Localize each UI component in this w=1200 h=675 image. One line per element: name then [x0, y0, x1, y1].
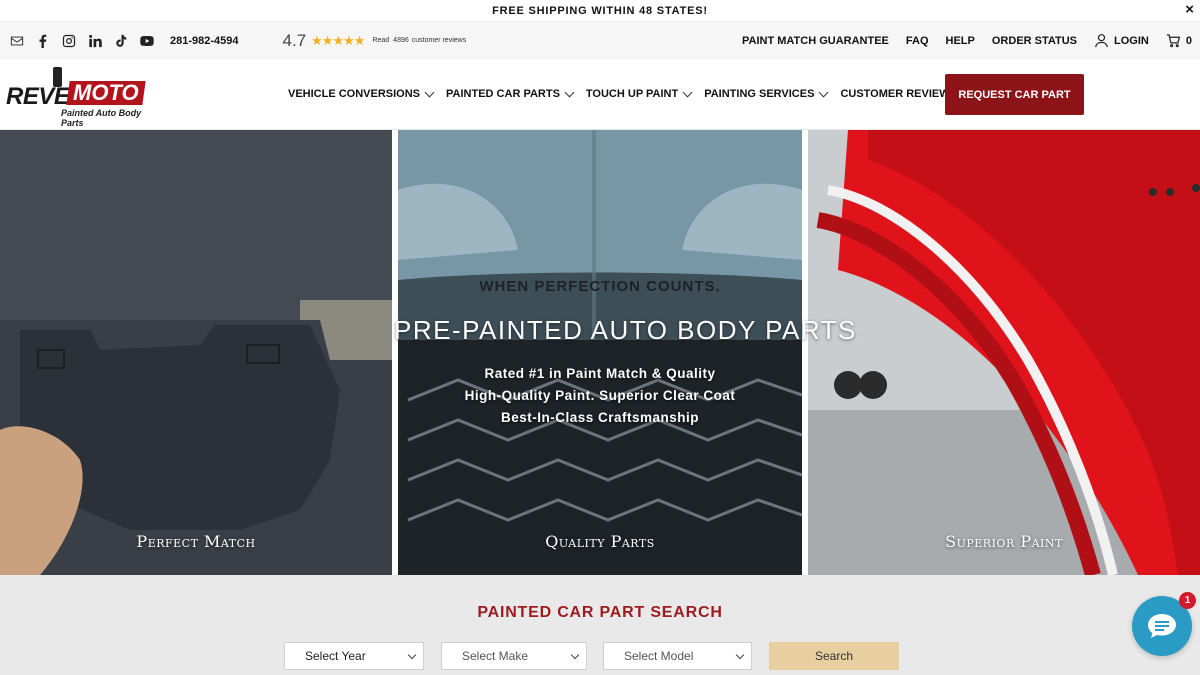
chevron-down-icon: [818, 87, 829, 97]
utility-bar: 281-982-4594 4.7 ★★★★★ Read 4896 custome…: [0, 22, 1200, 59]
site-logo[interactable]: REVE MOTO Painted Auto Body Parts: [6, 67, 166, 128]
nav-customer-reviews[interactable]: CUSTOMER REVIEWS: [840, 88, 957, 100]
chevron-down-icon: [564, 87, 575, 97]
linkedin-icon[interactable]: [82, 30, 108, 52]
nav-touch-up-paint[interactable]: TOUCH UP PAINT: [586, 87, 693, 100]
social-links: [4, 30, 160, 52]
logo-moto-text: MOTO: [66, 80, 146, 105]
select-model-dropdown[interactable]: Select Model: [603, 642, 752, 670]
rating-read-label: Read: [372, 37, 390, 44]
cart-link[interactable]: 0: [1166, 33, 1192, 48]
faq-link[interactable]: FAQ: [906, 35, 929, 47]
hero-panel-perfect-match[interactable]: Perfect Match: [0, 130, 392, 575]
request-car-part-button[interactable]: REQUEST CAR PART: [945, 74, 1084, 115]
hero-caption-superior-paint: Superior Paint: [945, 532, 1063, 551]
red-fender-photo: [808, 130, 1200, 575]
hero-text-overlay: WHEN PERFECTION COUNTS. PRE-PAINTED AUTO…: [394, 130, 855, 575]
phone-number[interactable]: 281-982-4594: [170, 35, 239, 47]
facebook-icon[interactable]: [30, 30, 56, 52]
star-rating-icon: ★★★★★: [311, 32, 365, 48]
hero-line: Rated #1 in Paint Match & Quality: [484, 366, 716, 381]
hero-line: Best-In-Class Craftsmanship: [500, 410, 700, 425]
instagram-icon[interactable]: [56, 30, 82, 52]
nav-painted-car-parts[interactable]: PAINTED CAR PARTS: [446, 87, 575, 100]
chevron-down-icon: [682, 87, 693, 97]
hero-caption-perfect-match: Perfect Match: [136, 532, 256, 551]
youtube-icon[interactable]: [134, 30, 160, 52]
chevron-down-icon: [424, 87, 435, 97]
part-search-section: PAINTED CAR PART SEARCH Select Year Sele…: [0, 575, 1200, 675]
paint-match-guarantee-link[interactable]: PAINT MATCH GUARANTEE: [742, 35, 889, 47]
rating-label: customer reviews: [411, 37, 467, 44]
chevron-down-icon: [407, 650, 417, 660]
login-label: LOGIN: [1114, 34, 1149, 47]
chat-notification-badge: 1: [1179, 592, 1196, 609]
tiktok-icon[interactable]: [108, 30, 134, 52]
utility-links: PAINT MATCH GUARANTEE FAQ HELP ORDER STA…: [725, 22, 1192, 59]
hero-eyebrow: WHEN PERFECTION COUNTS.: [479, 278, 721, 295]
main-header: REVE MOTO Painted Auto Body Parts VEHICL…: [0, 59, 1200, 130]
cart-icon: [1166, 34, 1181, 48]
rating-score: 4.7: [282, 30, 307, 50]
nav-vehicle-conversions[interactable]: VEHICLE CONVERSIONS: [288, 87, 435, 100]
hero-title: PRE-PAINTED AUTO BODY PARTS: [394, 315, 857, 345]
chevron-down-icon: [570, 650, 580, 660]
rating-count: 4896: [393, 37, 409, 44]
order-status-link[interactable]: ORDER STATUS: [992, 35, 1077, 47]
nav-painting-services[interactable]: PAINTING SERVICES: [704, 87, 829, 100]
cart-count: 0: [1185, 34, 1192, 47]
fuel-door-photo: [0, 130, 392, 575]
user-icon: [1095, 34, 1108, 48]
chevron-down-icon: [735, 650, 745, 660]
chat-bubble-icon: [1148, 614, 1176, 638]
mail-icon[interactable]: [4, 30, 30, 52]
rating-summary[interactable]: 4.7 ★★★★★ Read 4896 customer reviews: [283, 31, 467, 51]
logo-tagline: Painted Auto Body Parts: [61, 108, 142, 128]
announcement-bar: FREE SHIPPING WITHIN 48 STATES! ×: [0, 0, 1200, 22]
login-link[interactable]: LOGIN: [1094, 33, 1149, 48]
select-year-dropdown[interactable]: Select Year: [284, 642, 424, 670]
logo-reve-text: REVE: [6, 83, 70, 110]
hero-panel-superior-paint[interactable]: Superior Paint: [808, 130, 1200, 575]
help-link[interactable]: HELP: [946, 35, 975, 47]
hero-line: High-Quality Paint. Superior Clear Coat: [464, 388, 736, 403]
main-nav: VEHICLE CONVERSIONS PAINTED CAR PARTS TO…: [288, 59, 970, 129]
search-button[interactable]: Search: [769, 642, 899, 670]
close-icon[interactable]: ×: [1185, 2, 1194, 18]
announcement-text: FREE SHIPPING WITHIN 48 STATES!: [492, 4, 708, 17]
hero-section: Perfect Match Quality Parts Superior Pai…: [0, 130, 1200, 575]
select-make-dropdown[interactable]: Select Make: [441, 642, 587, 670]
part-search-title: PAINTED CAR PART SEARCH: [477, 604, 723, 621]
